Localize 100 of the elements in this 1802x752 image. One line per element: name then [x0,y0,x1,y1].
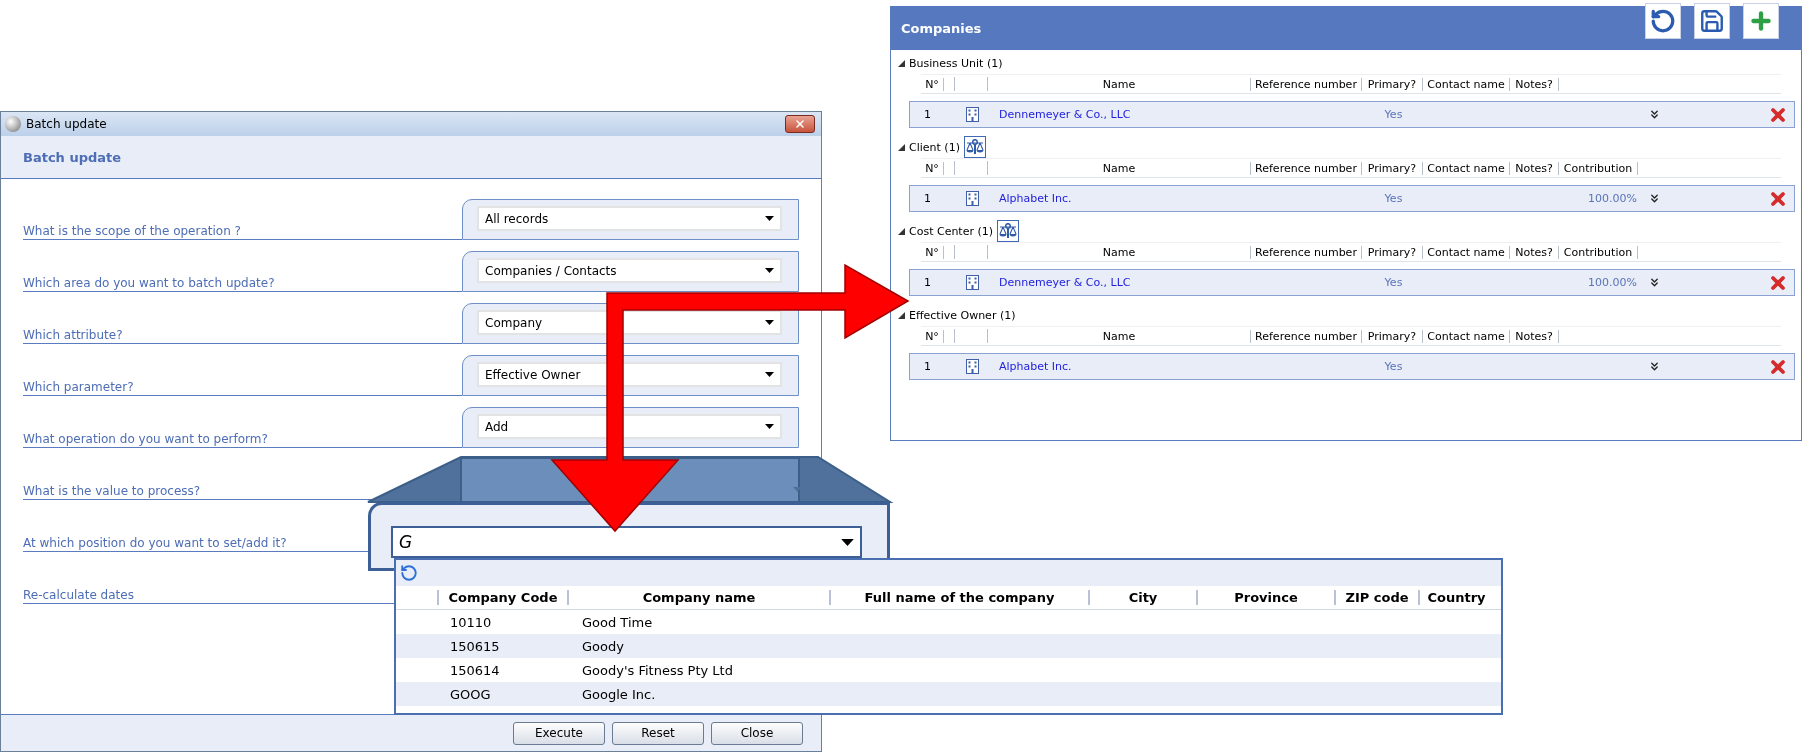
scale-button[interactable] [997,220,1020,242]
column-header: Reference number [1251,161,1362,175]
refresh-button[interactable] [1645,3,1681,39]
plus-icon [1748,8,1774,34]
company-row[interactable]: 1 Alphabet Inc. Yes 100.00% [909,185,1795,212]
column-header: Company Code [437,590,567,605]
close-icon [794,118,806,130]
column-header: Province [1196,590,1334,605]
company-row[interactable]: 1 Dennemeyer & Co., LLC Yes 100.00% [909,269,1795,296]
question-label: What is the scope of the operation ? [23,224,462,240]
search-field[interactable]: G [391,526,862,558]
caret-icon [765,320,774,325]
dialog-heading: Batch update [1,136,821,179]
column-header: Contribution [1559,161,1638,175]
column-header: N° [921,77,944,91]
column-header: Primary? [1362,329,1423,343]
add-button[interactable] [1743,3,1779,39]
company-link[interactable]: Alphabet Inc. [989,360,1252,373]
dropdown-field[interactable]: Companies / Contacts [477,258,782,283]
primary-value: Yes [1383,108,1404,121]
primary-value: Yes [1383,360,1404,373]
question-label: What operation do you want to perform? [23,432,462,448]
table-cell-text: Google Inc. [581,686,657,702]
caret-icon [841,538,854,546]
column-header: Name [988,329,1251,343]
column-header: Full name of the company [829,590,1088,605]
column-header: Primary? [1362,245,1423,259]
column-header: Name [988,245,1251,259]
building-icon [966,107,979,122]
row-number: 1 [923,108,932,121]
table-cell-text: Goody [581,638,625,654]
save-icon [1699,8,1725,34]
column-header: Reference number [1251,77,1362,91]
caret-icon [765,268,774,273]
question-label: Which parameter? [23,380,462,396]
company-link[interactable]: Alphabet Inc. [989,192,1252,205]
column-header: N° [921,329,944,343]
column-header: Primary? [1362,77,1423,91]
primary-value: Yes [1383,192,1404,205]
company-row[interactable]: 1 Dennemeyer & Co., LLC Yes [909,101,1795,128]
table-cell-text: 150614 [449,662,501,678]
table-cell-text: Goody's Fitness Pty Ltd [581,662,734,678]
save-button[interactable] [1694,3,1730,39]
table-cell-text: Good Time [581,614,654,630]
dropdown-field[interactable]: All records [477,206,782,231]
lookup-row[interactable]: 150615 Goody [396,634,1501,658]
scale-icon [965,138,984,156]
section-title: Cost Center (1) [909,224,994,238]
column-header: Notes? [1510,161,1559,175]
panel-title: Companies [901,20,982,36]
column-header: Primary? [1362,161,1423,175]
column-header: Reference number [1251,329,1362,343]
company-link[interactable]: Dennemeyer & Co., LLC [989,108,1252,121]
question-label: Which attribute? [23,328,462,344]
column-header: Contact name [1423,245,1510,259]
dialog-button[interactable]: Close [711,721,803,745]
primary-value: Yes [1383,276,1404,289]
window-title: Batch update [26,117,108,131]
column-header: Notes? [1510,77,1559,91]
column-header: Contact name [1423,329,1510,343]
close-button[interactable] [785,115,815,133]
dropdown-field[interactable]: Effective Owner [477,362,782,387]
scale-icon [999,222,1018,240]
expander-icon[interactable] [897,227,905,235]
column-header: Contact name [1423,77,1510,91]
expander-icon[interactable] [897,59,905,67]
dropdown-field[interactable]: Add [477,414,782,439]
table-cell-text: 10110 [449,614,493,630]
section-title: Effective Owner (1) [909,308,1016,322]
dropdown-field[interactable]: Company [477,310,782,335]
table-cell-text: GOOG [449,686,492,702]
lookup-row[interactable]: GOOG Google Inc. [396,682,1501,706]
column-header: Contribution [1559,245,1638,259]
question-label: Which area do you want to batch update? [23,276,462,292]
column-header: ZIP code [1334,590,1418,605]
row-number: 1 [923,192,932,205]
column-header: Contact name [1423,161,1510,175]
column-header: Notes? [1510,329,1559,343]
row-number: 1 [923,360,932,373]
refresh-icon [1650,8,1676,34]
section-title: Client (1) [909,140,960,154]
contribution-value: 100.00% [1587,276,1638,289]
caret-icon [765,372,774,377]
building-icon [966,191,979,206]
dialog-button[interactable]: Execute [513,721,605,745]
dialog-button[interactable]: Reset [612,721,704,745]
refresh-icon[interactable] [400,564,418,582]
expander-icon[interactable] [897,311,905,319]
column-header: N° [921,161,944,175]
company-link[interactable]: Dennemeyer & Co., LLC [989,276,1252,289]
column-header: Country [1418,590,1493,605]
column-header: Company name [567,590,829,605]
expander-icon[interactable] [897,143,905,151]
scale-button[interactable] [963,136,986,158]
column-header: Name [988,77,1251,91]
column-header: City [1088,590,1196,605]
building-icon [966,275,979,290]
company-row[interactable]: 1 Alphabet Inc. Yes [909,353,1795,380]
row-number: 1 [923,276,932,289]
caret-icon [765,216,774,221]
